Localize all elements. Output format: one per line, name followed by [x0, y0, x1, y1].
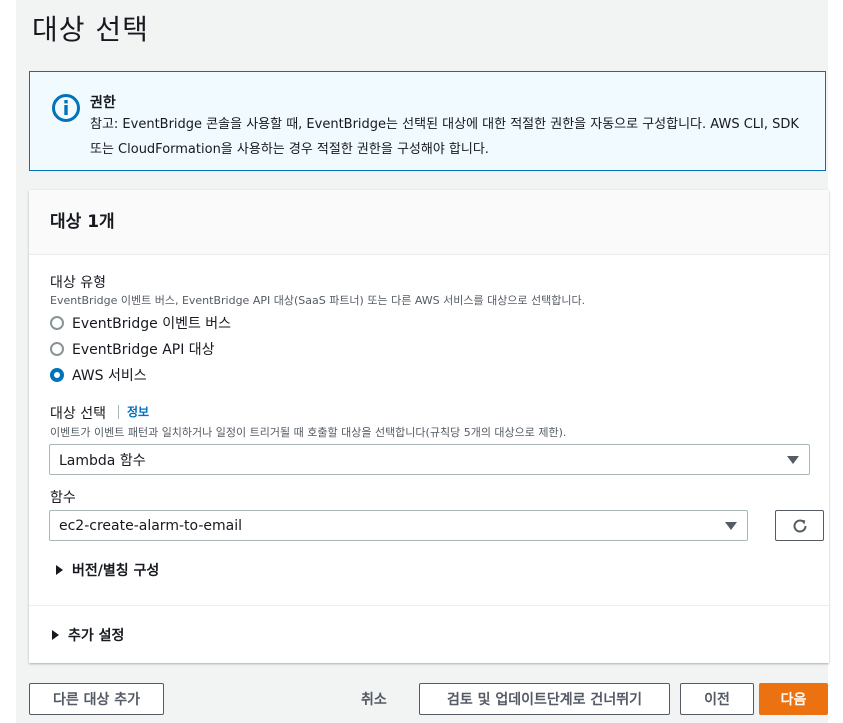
target-select-value: Lambda 함수 — [59, 452, 146, 469]
radio-aws-service[interactable]: AWS 서비스 — [50, 365, 147, 385]
radio-label: EventBridge API 대상 — [72, 342, 215, 358]
cancel-button[interactable]: 취소 — [361, 683, 387, 715]
function-value: ec2-create-alarm-to-email — [59, 517, 242, 534]
expander-label: 버전/별칭 구성 — [72, 563, 160, 579]
target-panel: 대상 1개 대상 유형 EventBridge 이벤트 버스, EventBri… — [29, 190, 829, 663]
caret-right-icon — [52, 630, 59, 640]
function-label: 함수 — [50, 490, 76, 506]
refresh-button[interactable] — [775, 510, 824, 541]
radio-button-selected[interactable] — [50, 368, 64, 382]
expander-label: 추가 설정 — [68, 628, 125, 644]
divider — [29, 605, 829, 606]
target-select-dropdown[interactable]: Lambda 함수 — [49, 444, 810, 475]
alert-body: 참고: EventBridge 콘솔을 사용할 때, EventBridge는 … — [90, 117, 799, 157]
panel-title: 대상 1개 — [50, 212, 115, 232]
alert-title: 권한 — [90, 95, 116, 111]
additional-settings-expander[interactable]: 추가 설정 — [52, 625, 124, 645]
radio-label: EventBridge 이벤트 버스 — [72, 316, 232, 332]
previous-button[interactable]: 이전 — [680, 683, 754, 715]
radio-label: AWS 서비스 — [72, 368, 147, 384]
target-type-description: EventBridge 이벤트 버스, EventBridge API 대상(S… — [50, 294, 586, 307]
target-type-label: 대상 유형 — [50, 275, 106, 291]
caret-right-icon — [56, 565, 63, 575]
skip-to-review-button[interactable]: 검토 및 업데이트단계로 건너뛰기 — [419, 683, 670, 715]
info-icon — [52, 94, 80, 122]
radio-button[interactable] — [50, 316, 64, 330]
function-select-dropdown[interactable]: ec2-create-alarm-to-email — [49, 510, 748, 541]
next-button[interactable]: 다음 — [759, 683, 828, 715]
version-alias-expander[interactable]: 버전/별칭 구성 — [56, 560, 159, 580]
content-area: 대상 선택 권한 참고: EventBridge 콘솔을 사용할 때, Even… — [16, 0, 829, 723]
radio-eventbridge-bus[interactable]: EventBridge 이벤트 버스 — [50, 313, 231, 333]
add-target-button[interactable]: 다른 대상 추가 — [29, 683, 164, 715]
permissions-alert: 권한 참고: EventBridge 콘솔을 사용할 때, EventBridg… — [29, 71, 826, 171]
refresh-icon — [793, 519, 807, 532]
caret-down-icon — [725, 522, 737, 530]
panel-header: 대상 1개 — [29, 190, 829, 255]
info-link[interactable]: 정보 — [118, 405, 149, 419]
target-select-label: 대상 선택 — [50, 406, 106, 422]
caret-down-icon — [787, 456, 799, 464]
page-title: 대상 선택 — [32, 13, 149, 46]
radio-eventbridge-api[interactable]: EventBridge API 대상 — [50, 339, 215, 359]
target-select-description: 이벤트가 이벤트 패턴과 일치하거나 일정이 트리거될 때 호출할 대상을 선택… — [50, 426, 567, 439]
radio-button[interactable] — [50, 342, 64, 356]
